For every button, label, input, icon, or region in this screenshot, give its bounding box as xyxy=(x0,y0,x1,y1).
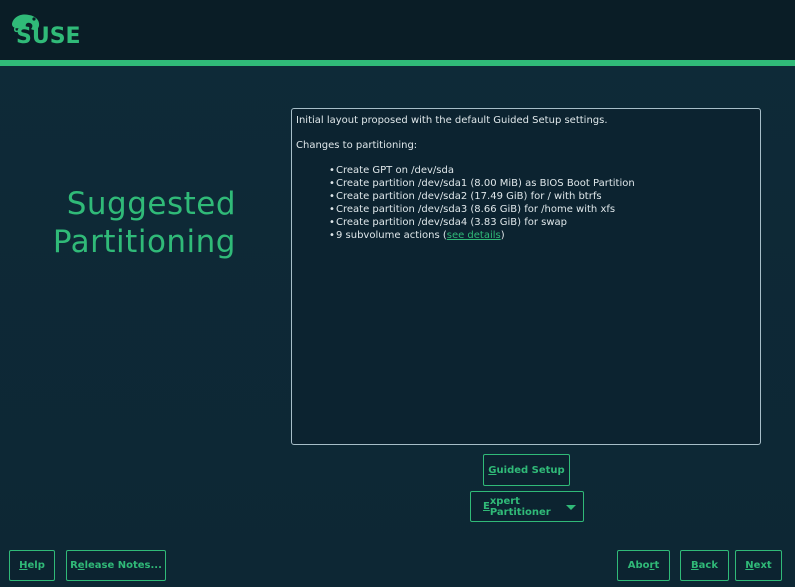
button-label-pre: R xyxy=(70,560,78,571)
partitioning-proposal-panel[interactable]: Initial layout proposed with the default… xyxy=(291,108,761,445)
guided-setup-button[interactable]: Guided Setup xyxy=(483,454,570,486)
subvolume-suffix: ) xyxy=(500,230,505,241)
hotkey: N xyxy=(745,560,754,571)
page-title-line1: Suggested xyxy=(66,186,236,222)
see-details-link[interactable]: see details xyxy=(447,230,501,241)
page-title-line2: Partitioning xyxy=(52,224,236,260)
button-label: t xyxy=(654,560,660,571)
header-accent-line xyxy=(0,60,795,66)
button-label-pre: Abo xyxy=(627,560,650,571)
list-item-subvolumes: 9 subvolume actions (see details) xyxy=(329,229,756,242)
header-bar: SUSE xyxy=(0,0,795,60)
button-label: ack xyxy=(698,560,718,571)
proposal-intro: Initial layout proposed with the default… xyxy=(296,115,608,126)
help-button[interactable]: Help xyxy=(9,550,55,581)
back-button[interactable]: Back xyxy=(680,550,729,581)
list-item: Create partition /dev/sda2 (17.49 GiB) f… xyxy=(329,190,756,203)
hotkey: H xyxy=(19,560,28,571)
button-label: lease Notes... xyxy=(84,560,162,571)
release-notes-button[interactable]: Re lease Notes... xyxy=(66,550,166,581)
expert-partitioner-menu-button[interactable]: Expert Partitioner xyxy=(470,491,584,522)
list-item: Create partition /dev/sda4 (3.83 GiB) fo… xyxy=(329,216,756,229)
hotkey: B xyxy=(691,560,699,571)
proposal-changes-heading: Changes to partitioning: xyxy=(296,140,418,151)
button-label: elp xyxy=(27,560,45,571)
proposal-change-list: Create GPT on /dev/sda Create partition … xyxy=(296,164,756,242)
button-label: ext xyxy=(753,560,772,571)
list-item: Create partition /dev/sda1 (8.00 MiB) as… xyxy=(329,177,756,190)
subvolume-text: 9 subvolume actions ( xyxy=(336,230,447,241)
dropdown-arrow-icon xyxy=(566,505,576,510)
abort-button[interactable]: Abo r t xyxy=(617,550,670,581)
list-item: Create GPT on /dev/sda xyxy=(329,164,756,177)
next-button[interactable]: Next xyxy=(735,550,782,581)
hotkey: G xyxy=(488,464,497,476)
hotkey: E xyxy=(483,501,490,512)
suse-wordmark: SUSE xyxy=(16,24,81,49)
hotkey: e xyxy=(77,560,85,571)
list-item: Create partition /dev/sda3 (8.66 GiB) fo… xyxy=(329,203,756,216)
button-label: uided Setup xyxy=(496,464,565,476)
page-title: Suggested Partitioning xyxy=(53,185,236,261)
